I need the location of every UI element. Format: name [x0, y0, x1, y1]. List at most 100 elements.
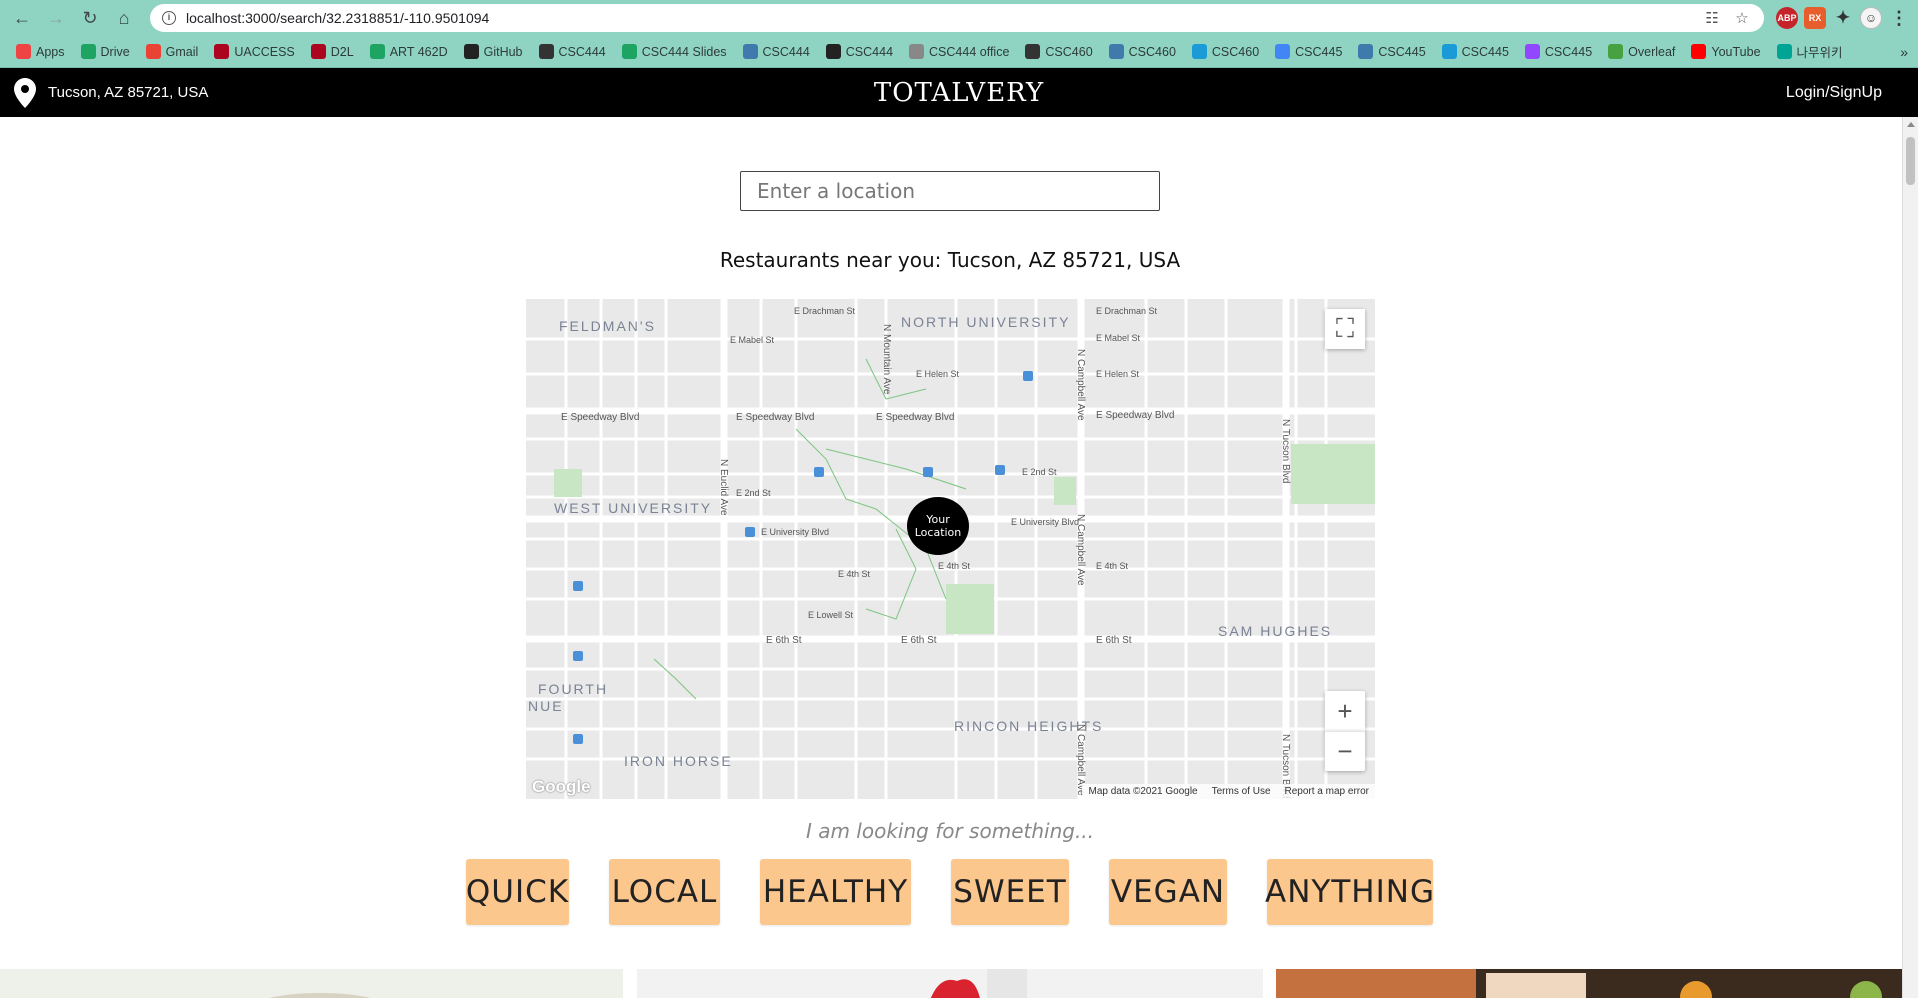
restaurant-card-image[interactable] [1276, 969, 1902, 998]
gmail-icon [145, 44, 161, 59]
bookmark-csc445[interactable]: CSC445 [1269, 44, 1348, 59]
translate-icon[interactable]: ☷ [1702, 8, 1722, 28]
page-scrollbar[interactable] [1902, 117, 1918, 998]
bookmark-csc460[interactable]: CSC460 [1019, 44, 1098, 59]
label-speedway-e: E Speedway Blvd [876, 412, 954, 423]
doc-icon [909, 44, 925, 59]
category-anything-button[interactable]: ANYTHING [1265, 859, 1434, 925]
bookmark-csc460[interactable]: CSC460 [1186, 44, 1265, 59]
label-2nd-w: E 2nd St [736, 488, 771, 498]
label-rincon: RINCON HEIGHTS [954, 718, 1103, 734]
bookmark-label: UACCESS [234, 44, 295, 59]
adblock-extension-icon[interactable]: ABP [1776, 7, 1798, 29]
bookmark--[interactable]: 나무위키 [1771, 42, 1849, 61]
chart-icon [1441, 44, 1457, 59]
site-info-icon[interactable]: i [162, 11, 176, 25]
bookmark-label: Gmail [165, 44, 199, 59]
restaurant-card-image[interactable] [637, 969, 1263, 998]
youtube-icon [1691, 44, 1707, 59]
home-icon[interactable]: ⌂ [110, 4, 138, 32]
bookmark-label: CSC444 Slides [641, 44, 727, 59]
main-content: Restaurants near you: Tucson, AZ 85721, … [0, 117, 1902, 998]
category-quick-button[interactable]: QUICK [466, 859, 569, 925]
rx-extension-icon[interactable]: RX [1804, 7, 1826, 29]
bookmark-csc444[interactable]: CSC444 [820, 44, 899, 59]
label-drachman: E Drachman St [794, 306, 856, 316]
globe-icon [538, 44, 554, 59]
bookmark-youtube[interactable]: YouTube [1685, 44, 1766, 59]
header-location[interactable]: Tucson, AZ 85721, USA [48, 84, 208, 101]
your-location-marker[interactable]: Your Location [907, 497, 969, 555]
bookmark-csc444[interactable]: CSC444 [737, 44, 816, 59]
url-text[interactable]: localhost:3000/search/32.2318851/-110.95… [186, 10, 1692, 26]
label-university: E University Blvd [761, 527, 829, 537]
app-header: Tucson, AZ 85721, USA TOTALVERY Login/Si… [0, 68, 1918, 117]
bookmark-art-462d[interactable]: ART 462D [364, 44, 454, 59]
label-fourth: FOURTH [538, 681, 608, 697]
zoom-in-button[interactable]: + [1325, 691, 1365, 731]
bookmark-label: CSC444 office [929, 44, 1010, 59]
back-arrow-icon[interactable]: ← [8, 4, 36, 32]
bookmark-label: ART 462D [389, 44, 448, 59]
bookmark-label: CSC444 [558, 44, 606, 59]
bookmark-star-icon[interactable]: ☆ [1732, 8, 1752, 28]
fullscreen-icon[interactable]: ⛶ [1325, 309, 1365, 349]
profile-avatar-icon[interactable]: ☺ [1860, 7, 1882, 29]
bookmark-label: D2L [330, 44, 354, 59]
forward-arrow-icon[interactable]: → [42, 4, 70, 32]
bookmark-drive[interactable]: Drive [75, 44, 136, 59]
brand-logo[interactable]: TOTALVERY [874, 78, 1044, 108]
scroll-up-arrow-icon[interactable] [1907, 122, 1915, 127]
bookmark-label: Drive [100, 44, 130, 59]
scrollbar-thumb[interactable] [1906, 137, 1915, 185]
bookmark-csc460[interactable]: CSC460 [1103, 44, 1182, 59]
bookmark-csc444-office[interactable]: CSC444 office [903, 44, 1015, 59]
apps-grid-icon [16, 44, 31, 59]
google-logo[interactable]: Google [532, 777, 591, 797]
google-map[interactable]: E Speedway Blvd E Speedway Blvd E Speedw… [526, 299, 1375, 799]
label-mabel: E Mabel St [730, 335, 775, 345]
piazza-icon [742, 44, 758, 59]
bookmark-csc445[interactable]: CSC445 [1436, 44, 1515, 59]
bookmark-label: CSC445 [1544, 44, 1593, 59]
label-mountain: N Mountain Ave [881, 324, 892, 395]
bookmark-csc445[interactable]: CSC445 [1519, 44, 1598, 59]
label-university-e: E University Blvd [1011, 517, 1079, 527]
label-speedway-c: E Speedway Blvd [736, 412, 814, 423]
location-search-input[interactable] [740, 171, 1160, 211]
report-map-error-link[interactable]: Report a map error [1285, 786, 1369, 797]
extensions-puzzle-icon[interactable]: ✦ [1832, 7, 1854, 29]
label-iron-horse: IRON HORSE [624, 753, 733, 769]
login-signup-link[interactable]: Login/SignUp [1786, 84, 1882, 102]
category-healthy-button[interactable]: HEALTHY [760, 859, 911, 925]
bookmarks-bar: Apps Drive Gmail UACCESS D2L ART 462D GitHub CS… [0, 36, 1918, 68]
terms-of-use-link[interactable]: Terms of Use [1212, 786, 1271, 797]
bookmark-apps[interactable]: Apps [10, 44, 71, 59]
bookmark-github[interactable]: GitHub [458, 44, 529, 59]
bookmark-csc445[interactable]: CSC445 [1352, 44, 1431, 59]
bookmark-csc444-slides[interactable]: CSC444 Slides [616, 44, 733, 59]
bookmark-label: CSC445 [1461, 44, 1509, 59]
bookmark-overleaf[interactable]: Overleaf [1602, 44, 1681, 59]
location-pin-icon[interactable] [14, 77, 36, 108]
restaurants-near-heading: Restaurants near you: Tucson, AZ 85721, … [719, 248, 1181, 272]
address-bar[interactable]: i localhost:3000/search/32.2318851/-110.… [150, 4, 1764, 32]
label-helen-e: E Helen St [1096, 369, 1140, 379]
label-helen: E Helen St [916, 369, 960, 379]
bookmark-uaccess[interactable]: UACCESS [208, 44, 300, 59]
label-4th: E 4th St [838, 569, 871, 579]
category-local-button[interactable]: LOCAL [609, 859, 720, 925]
bookmark-label: CSC460 [1211, 44, 1260, 59]
reload-icon[interactable]: ↻ [76, 4, 104, 32]
bookmark-csc444[interactable]: CSC444 [533, 44, 612, 59]
bookmark-d2l[interactable]: D2L [305, 44, 360, 59]
category-sweet-button[interactable]: SWEET [951, 859, 1069, 925]
category-vegan-button[interactable]: VEGAN [1109, 859, 1227, 925]
browser-menu-icon[interactable]: ⋮ [1888, 7, 1910, 29]
zoom-out-button[interactable]: − [1325, 731, 1365, 771]
label-campbell-s: N Campbell Ave [1075, 514, 1086, 586]
drive-icon [80, 44, 96, 59]
bookmark-gmail[interactable]: Gmail [140, 44, 205, 59]
bookmarks-overflow-icon[interactable]: » [1900, 44, 1908, 60]
restaurant-card-image[interactable] [0, 969, 623, 998]
